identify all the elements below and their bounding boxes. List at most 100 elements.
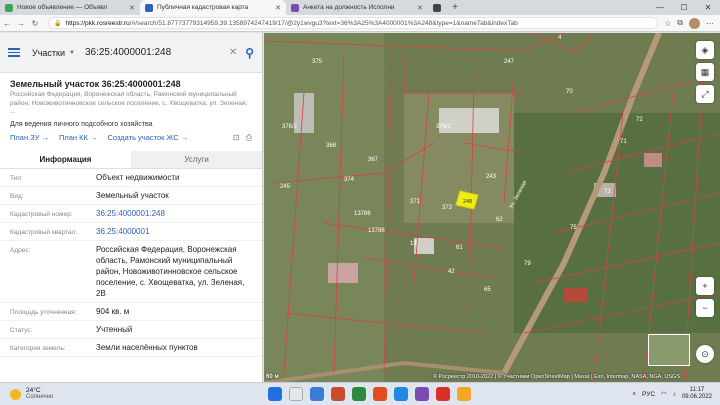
info-panel: Участки ▼ 36:25:4000001:248 ✕ ⚲ Земельны…: [0, 33, 263, 382]
cadastral-map[interactable]: 375 376/2 376/1 368 367 245 374 371 373 …: [264, 33, 720, 382]
parcel-label: 367: [368, 157, 379, 163]
highlighted-parcel-label: 248: [463, 199, 472, 205]
parcel-label: 371: [410, 199, 421, 205]
favorites-star-icon[interactable]: ☆: [664, 19, 671, 28]
back-button[interactable]: ←: [0, 19, 14, 28]
field-label: Тип:: [10, 174, 23, 182]
language-indicator[interactable]: РУС: [642, 391, 655, 398]
search-type-select[interactable]: Участки: [32, 48, 65, 58]
task-view-icon[interactable]: [310, 387, 324, 401]
field-label: Статус:: [10, 326, 33, 334]
url-field[interactable]: 🔒 https://pkk.rosreestr.ru /#/search/51.…: [48, 17, 659, 29]
parcel-label: 376/1: [436, 124, 452, 130]
minimize-button[interactable]: —: [648, 0, 672, 15]
field-label: Адрес:: [10, 246, 31, 254]
layers-button[interactable]: ◈: [696, 41, 714, 59]
tab-title: Новое объявление — Объявл: [17, 4, 108, 11]
browser-tab-form[interactable]: Анкета на должность Исполни ✕: [286, 0, 428, 15]
parcel-label: 374: [344, 177, 355, 183]
parcel-label: 42: [448, 269, 455, 275]
search-icon[interactable]: [289, 387, 303, 401]
start-button-icon[interactable]: [268, 387, 282, 401]
maximize-button[interactable]: ☐: [672, 0, 696, 15]
excel-icon[interactable]: [352, 387, 366, 401]
app-icon[interactable]: [331, 387, 345, 401]
file-explorer-icon[interactable]: [457, 387, 471, 401]
wifi-icon[interactable]: ◠: [661, 390, 667, 398]
more-menu-icon[interactable]: ⋯: [706, 19, 714, 28]
app-icon[interactable]: [436, 387, 450, 401]
volume-icon[interactable]: ♪: [673, 391, 676, 398]
new-tab-button[interactable]: +: [448, 2, 462, 13]
profile-avatar[interactable]: [689, 17, 700, 29]
map-scale: 60 м: [266, 374, 279, 380]
field-label: Кадастровый квартал:: [10, 228, 78, 236]
cadastral-quarter-link[interactable]: 36:25:4000001: [96, 223, 252, 240]
parcel-label: 373: [442, 205, 453, 211]
cadastral-number-link[interactable]: 36:25:4000001:248: [96, 205, 252, 222]
chevron-up-icon[interactable]: ˄: [632, 391, 636, 398]
edge-icon[interactable]: [394, 387, 408, 401]
locate-button[interactable]: ⊙: [696, 345, 714, 363]
hamburger-menu-icon[interactable]: [8, 48, 20, 57]
lock-icon: 🔒: [54, 20, 62, 27]
basemap-button[interactable]: ▦: [696, 63, 714, 81]
create-parcel-link[interactable]: Создать участок ЖС →: [107, 133, 188, 142]
field-row-cadastral-quarter: Кадастровый квартал: 36:25:4000001: [0, 223, 262, 241]
zoom-to-object-icon[interactable]: ⊡: [233, 133, 240, 143]
collections-icon[interactable]: ⧉: [677, 18, 683, 28]
app-icon[interactable]: [373, 387, 387, 401]
field-row-area: Площадь уточненная: 904 кв. м: [0, 303, 262, 321]
field-value: Земельный участок: [96, 190, 169, 200]
zoom-in-button[interactable]: +: [696, 277, 714, 295]
tab-title: Анкета на должность Исполни: [303, 4, 395, 11]
forward-button[interactable]: →: [14, 19, 28, 28]
browser-tab-pkk[interactable]: Публичная кадастровая карта ✕: [140, 0, 286, 15]
parcel-label: 70: [566, 89, 573, 95]
map-attribution: © Росреестр 2010-2022 | © Участники Open…: [433, 374, 680, 380]
taskbar-apps: [268, 387, 471, 401]
clear-search-icon[interactable]: ✕: [229, 47, 237, 58]
search-input[interactable]: 36:25:4000001:248: [85, 47, 229, 58]
parcel-label: 62: [496, 217, 503, 223]
field-value: 904 кв. м: [96, 306, 130, 316]
plan-zu-link[interactable]: План ЗУ →: [10, 133, 49, 142]
tab-information[interactable]: Информация: [0, 150, 131, 168]
close-tab-icon[interactable]: ✕: [271, 4, 281, 12]
parcel-label: 245: [280, 184, 291, 190]
object-tools: ⊡ ⎙: [233, 133, 252, 143]
field-row-cadastral-number: Кадастровый номер: 36:25:4000001:248: [0, 205, 262, 223]
tab-strip: Новое объявление — Объявл ✕ Публичная ка…: [0, 0, 720, 15]
plan-kk-link[interactable]: План КК →: [59, 133, 98, 142]
reload-button[interactable]: ↻: [28, 19, 42, 28]
tab-services[interactable]: Услуги: [131, 150, 262, 168]
measure-button[interactable]: ⤢: [696, 85, 714, 103]
field-label: Площадь уточненная:: [10, 308, 77, 316]
parcel-label: 71: [620, 139, 627, 145]
taskbar: 24°C Солнечно ˄ РУС ◠ ♪ 11:17 09.06.2022: [0, 382, 720, 405]
object-purpose: Для ведения личного подсобного хозяйства: [10, 120, 153, 128]
pkk-favicon-icon: [145, 3, 153, 12]
clock[interactable]: 11:17 09.06.2022: [682, 387, 712, 401]
weather-temp: 24°C: [26, 387, 41, 394]
overview-minimap[interactable]: [648, 334, 690, 366]
address-bar: ← → ↻ 🔒 https://pkk.rosreestr.ru /#/sear…: [0, 15, 720, 32]
parcel-label: 243: [486, 174, 497, 180]
field-value: Учтенный: [96, 324, 133, 334]
close-tab-icon[interactable]: ✕: [413, 4, 423, 12]
field-row-address: Адрес: Российская Федерация, Воронежская…: [0, 241, 262, 303]
zoom-out-button[interactable]: −: [696, 299, 714, 317]
print-icon[interactable]: ⎙: [246, 133, 252, 143]
parcel-label: 13: [410, 241, 417, 247]
app-icon[interactable]: [415, 387, 429, 401]
browser-tab-avito[interactable]: Новое объявление — Объявл ✕: [0, 0, 140, 15]
weather-widget[interactable]: 24°C Солнечно: [0, 387, 53, 401]
search-icon[interactable]: ⚲: [245, 46, 254, 60]
parcel-label: 13786: [354, 211, 371, 217]
browser-tab-extra[interactable]: [428, 0, 448, 15]
clock-date: 09.06.2022: [681, 394, 712, 400]
close-tab-icon[interactable]: ✕: [125, 4, 135, 12]
close-window-button[interactable]: ✕: [696, 0, 720, 15]
field-value: Земли населённых пунктов: [96, 342, 198, 352]
chevron-down-icon[interactable]: ▼: [69, 50, 75, 56]
